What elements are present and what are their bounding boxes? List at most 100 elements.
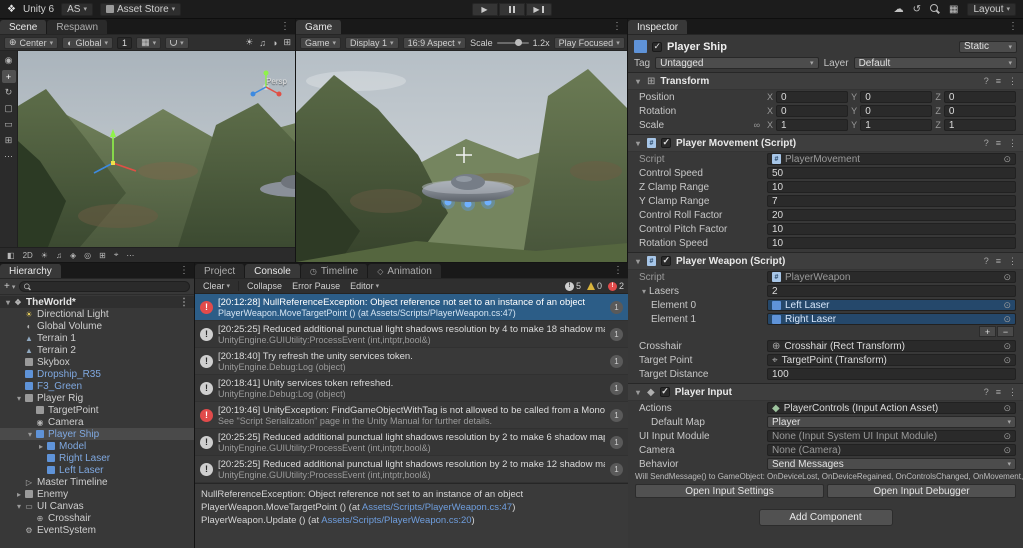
hierarchy-item[interactable]: ▲Terrain 2: [0, 344, 194, 356]
foldout-arrow[interactable]: ▾: [14, 394, 24, 403]
tab-animation[interactable]: ◇Animation: [368, 264, 442, 278]
create-object-button[interactable]: +▾: [4, 281, 15, 292]
tab-hierarchy[interactable]: Hierarchy: [0, 264, 62, 278]
target-distance-field[interactable]: 100: [767, 368, 1016, 380]
object-picker-icon[interactable]: ⊙: [1003, 445, 1011, 456]
dock-menu-icon[interactable]: ⋮: [607, 19, 627, 34]
scale-slider[interactable]: [497, 42, 529, 44]
grid-size-field[interactable]: 1: [117, 37, 132, 49]
tab-respawn[interactable]: Respawn: [47, 20, 108, 34]
behavior-dropdown[interactable]: Send Messages▾: [767, 458, 1016, 470]
ui-module-object-field[interactable]: None (Input System UI Input Module)⊙: [767, 430, 1016, 442]
audio-toggle-icon[interactable]: ♫: [259, 38, 266, 48]
z-clamp-range-field[interactable]: 10: [767, 181, 1016, 193]
tab-inspector[interactable]: Inspector: [628, 20, 688, 34]
tag-dropdown[interactable]: Untagged▾: [655, 57, 818, 69]
hierarchy-item[interactable]: F3_Green: [0, 380, 194, 392]
hierarchy-item[interactable]: Left Laser: [0, 464, 194, 476]
hierarchy-item[interactable]: ⚙EventSystem: [0, 524, 194, 536]
dock-menu-icon[interactable]: ⋮: [1003, 19, 1023, 34]
rect-tool-icon[interactable]: ▭: [2, 118, 16, 131]
grid-snap-dropdown[interactable]: ▦▾: [136, 37, 161, 49]
kebab-menu-icon[interactable]: ⋮: [1008, 387, 1017, 398]
move-tool-icon[interactable]: +: [2, 70, 16, 83]
tab-project[interactable]: Project: [195, 264, 245, 278]
aspect-dropdown[interactable]: 16:9 Aspect▾: [403, 37, 467, 49]
help-icon[interactable]: ?: [984, 76, 989, 87]
hierarchy-item-selected[interactable]: ▾Player Ship: [0, 428, 194, 440]
control-pitch-factor-field[interactable]: 10: [767, 223, 1016, 235]
pause-button[interactable]: [499, 3, 525, 16]
control-speed-field[interactable]: 50: [767, 167, 1016, 179]
dock-menu-icon[interactable]: ⋮: [174, 263, 194, 278]
position-x-field[interactable]: 0: [776, 91, 848, 103]
foldout-arrow[interactable]: ▾: [634, 77, 642, 86]
camera-object-field[interactable]: None (Camera)⊙: [767, 444, 1016, 456]
hierarchy-item[interactable]: ▾Player Rig: [0, 392, 194, 404]
hierarchy-item[interactable]: ◐Global Volume: [0, 320, 194, 332]
player-movement-header[interactable]: ▾ # Player Movement (Script) ?≡⋮: [628, 134, 1023, 152]
foldout-arrow[interactable]: ▸: [14, 490, 24, 499]
scale-z-field[interactable]: 1: [944, 119, 1016, 131]
hidden-objects-icon[interactable]: ◎: [84, 251, 91, 260]
presets-icon[interactable]: ≡: [996, 256, 1001, 267]
display-dropdown[interactable]: Display 1▾: [345, 37, 399, 49]
rotate-tool-icon[interactable]: ↻: [2, 86, 16, 99]
kebab-menu-icon[interactable]: ⋮: [1008, 256, 1017, 267]
link-scale-icon[interactable]: ∞: [754, 120, 763, 131]
open-input-debugger-button[interactable]: Open Input Debugger: [827, 484, 1016, 498]
lasers-foldout-row[interactable]: ▾Lasers 2: [628, 284, 1023, 298]
rotation-y-field[interactable]: 0: [860, 105, 932, 117]
console-log-entry[interactable]: ![20:25:25] Reduced additional punctual …: [195, 321, 628, 348]
hierarchy-item[interactable]: Skybox: [0, 356, 194, 368]
object-picker-icon[interactable]: ⊙: [1003, 341, 1011, 352]
kebab-menu-icon[interactable]: ⋮: [1008, 76, 1017, 87]
collapse-toggle[interactable]: Collapse: [243, 280, 286, 293]
hierarchy-item[interactable]: ▸Model: [0, 440, 194, 452]
console-log-entry[interactable]: ![20:25:25] Reduced additional punctual …: [195, 456, 628, 483]
object-picker-icon[interactable]: ⊙: [1003, 300, 1011, 311]
foldout-arrow[interactable]: ▾: [634, 388, 642, 397]
position-z-field[interactable]: 0: [944, 91, 1016, 103]
foldout-arrow[interactable]: ▸: [36, 442, 46, 451]
game-mode-dropdown[interactable]: Game▾: [300, 37, 341, 49]
console-detail-pane[interactable]: NullReferenceException: Object reference…: [195, 483, 628, 548]
hierarchy-item[interactable]: ☀Directional Light: [0, 308, 194, 320]
slider-knob[interactable]: [515, 39, 522, 46]
target-point-object-field[interactable]: ⌖TargetPoint (Transform)⊙: [767, 354, 1016, 366]
component-enabled-checkbox[interactable]: [661, 256, 671, 266]
console-log-entry[interactable]: ![20:12:28] NullReferenceException: Obje…: [195, 294, 628, 321]
view-tool-icon[interactable]: ◉: [2, 54, 16, 67]
open-input-settings-button[interactable]: Open Input Settings: [635, 484, 824, 498]
game-viewport[interactable]: [296, 51, 627, 262]
position-y-field[interactable]: 0: [860, 91, 932, 103]
warning-count-toggle[interactable]: 0: [587, 281, 602, 291]
custom-tool-icon[interactable]: ⋯: [2, 150, 16, 163]
hierarchy-search-input[interactable]: [19, 281, 190, 292]
cloud-icon[interactable]: ☁: [894, 4, 904, 15]
script-link[interactable]: Assets/Scripts/PlayerWeapon.cs:20: [321, 515, 471, 526]
script-link[interactable]: Assets/Scripts/PlayerWeapon.cs:47: [362, 502, 512, 513]
actions-object-field[interactable]: ◆PlayerControls (Input Action Asset)⊙: [767, 402, 1016, 414]
object-picker-icon[interactable]: ⊙: [1003, 154, 1011, 165]
scene-lighting-icon[interactable]: ☀: [41, 251, 48, 260]
layout-dropdown[interactable]: Layout▾: [967, 3, 1016, 16]
hierarchy-item[interactable]: ▷Master Timeline: [0, 476, 194, 488]
pivot-mode-dropdown[interactable]: ⊕Center▾: [4, 37, 58, 49]
player-input-header[interactable]: ▾ ◆ Player Input ?≡⋮: [628, 383, 1023, 401]
play-focused-dropdown[interactable]: Play Focused▾: [554, 37, 625, 49]
hierarchy-scene-row[interactable]: ▾❖TheWorld*⋮: [0, 296, 194, 308]
presets-icon[interactable]: ≡: [996, 138, 1001, 149]
foldout-arrow[interactable]: ▾: [639, 287, 649, 296]
hierarchy-item[interactable]: TargetPoint: [0, 404, 194, 416]
scene-options-icon[interactable]: ⋮: [179, 297, 194, 308]
hierarchy-item[interactable]: ▸Enemy: [0, 488, 194, 500]
element1-object-field[interactable]: Right Laser⊙: [767, 313, 1016, 325]
tab-scene[interactable]: Scene: [0, 20, 47, 34]
foldout-arrow[interactable]: ▾: [14, 502, 24, 511]
y-clamp-range-field[interactable]: 7: [767, 195, 1016, 207]
foldout-arrow[interactable]: ▾: [25, 430, 35, 439]
help-icon[interactable]: ?: [984, 256, 989, 267]
effects-toggle-icon[interactable]: ◑: [272, 38, 277, 48]
undo-history-icon[interactable]: ↺: [913, 4, 921, 15]
